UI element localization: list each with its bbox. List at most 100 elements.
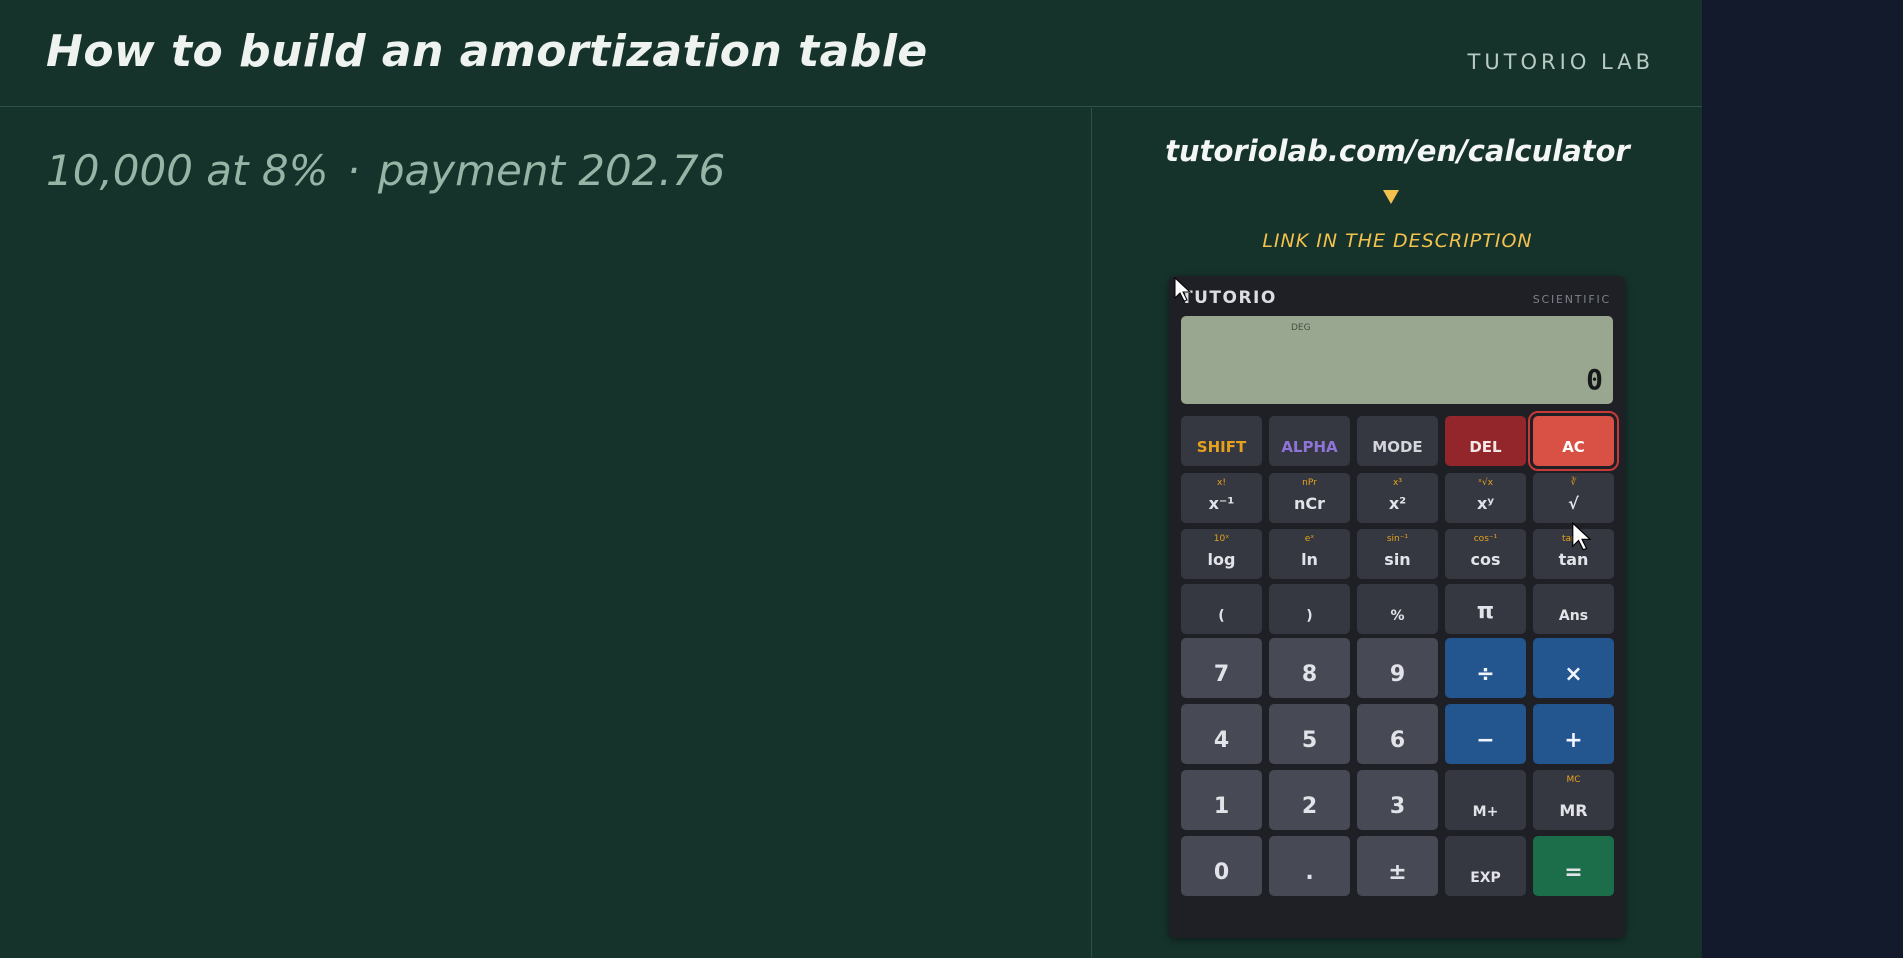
key-mode[interactable]: MODE — [1357, 416, 1438, 466]
key-label: 6 — [1389, 728, 1406, 753]
key-lparen[interactable]: ( — [1181, 584, 1262, 634]
key-plus[interactable]: + — [1533, 704, 1614, 764]
key-7[interactable]: 7 — [1181, 638, 1262, 698]
key-label: x² — [1388, 494, 1407, 513]
key-label: − — [1476, 728, 1495, 753]
key-label: log — [1207, 550, 1236, 569]
payment-value: payment 202.76 — [377, 146, 726, 195]
key-label: ln — [1301, 550, 1318, 569]
calculator-mode: SCIENTIFIC — [1532, 293, 1611, 306]
promo-url[interactable]: tutoriolab.com/en/calculator — [1093, 134, 1702, 168]
page-title: How to build an amortization table — [46, 26, 928, 77]
key-label: % — [1390, 608, 1405, 624]
arrow-down-icon — [1383, 190, 1399, 204]
key-cos[interactable]: cos⁻¹ cos — [1445, 529, 1526, 579]
key-label: ( — [1218, 608, 1225, 624]
key-label: DEL — [1469, 438, 1502, 456]
key-label: EXP — [1470, 870, 1501, 886]
key-ln[interactable]: eˣ ln — [1269, 529, 1350, 579]
key-square[interactable]: x³ x² — [1357, 473, 1438, 523]
key-label: 9 — [1389, 662, 1406, 687]
key-sqrt[interactable]: ∛ √ — [1533, 473, 1614, 523]
key-5[interactable]: 5 — [1269, 704, 1350, 764]
key-shift[interactable]: SHIFT — [1181, 416, 1262, 466]
key-0[interactable]: 0 — [1181, 836, 1262, 896]
key-inverse[interactable]: x! x⁻¹ — [1181, 473, 1262, 523]
key-ans[interactable]: Ans — [1533, 584, 1614, 634]
key-label: tan — [1558, 550, 1589, 569]
key-mr[interactable]: MC MR — [1533, 770, 1614, 830]
key-label: Ans — [1558, 608, 1589, 624]
key-label: + — [1564, 728, 1583, 753]
calculator: TUTORIO SCIENTIFIC DEG 0 SHIFT ALPHA MODE D… — [1169, 276, 1625, 938]
key-negate[interactable]: ± — [1357, 836, 1438, 896]
separator: · — [346, 146, 360, 195]
key-label: cos — [1470, 550, 1501, 569]
key-ac[interactable]: AC — [1528, 411, 1619, 471]
key-8[interactable]: 8 — [1269, 638, 1350, 698]
key-multiply[interactable]: × — [1533, 638, 1614, 698]
key-label: SHIFT — [1196, 438, 1247, 456]
key-label: sin — [1384, 550, 1411, 569]
key-divide[interactable]: ÷ — [1445, 638, 1526, 698]
key-pi[interactable]: π — [1445, 584, 1526, 634]
key-dot[interactable]: . — [1269, 836, 1350, 896]
key-secondary-label: MC — [1566, 775, 1581, 785]
header: How to build an amortization table TUTOR… — [0, 0, 1702, 107]
key-label: ÷ — [1476, 662, 1495, 687]
key-alpha[interactable]: ALPHA — [1269, 416, 1350, 466]
key-secondary-label: nPr — [1302, 478, 1317, 488]
key-label: 5 — [1301, 728, 1318, 753]
calculator-brand: TUTORIO — [1181, 288, 1277, 308]
key-6[interactable]: 6 — [1357, 704, 1438, 764]
key-log[interactable]: 10ˣ log — [1181, 529, 1262, 579]
key-secondary-label: cos⁻¹ — [1473, 534, 1498, 544]
key-minus[interactable]: − — [1445, 704, 1526, 764]
key-label: . — [1305, 860, 1314, 885]
key-secondary-label: eˣ — [1304, 534, 1315, 544]
key-label: 3 — [1389, 794, 1406, 819]
key-mplus[interactable]: M+ — [1445, 770, 1526, 830]
key-label: 8 — [1301, 662, 1318, 687]
key-label: ± — [1388, 860, 1407, 885]
key-rparen[interactable]: ) — [1269, 584, 1350, 634]
key-percent[interactable]: % — [1357, 584, 1438, 634]
key-label: ALPHA — [1281, 438, 1338, 456]
key-secondary-label: 10ˣ — [1213, 534, 1230, 544]
key-2[interactable]: 2 — [1269, 770, 1350, 830]
key-1[interactable]: 1 — [1181, 770, 1262, 830]
key-label: x⁻¹ — [1208, 494, 1235, 513]
key-exp[interactable]: EXP — [1445, 836, 1526, 896]
key-label: M+ — [1472, 804, 1499, 820]
key-label: nCr — [1293, 494, 1326, 513]
key-secondary-label: x! — [1217, 478, 1226, 488]
key-label: = — [1564, 860, 1583, 885]
key-label: × — [1564, 662, 1583, 687]
brand-logo: TUTORIO LAB — [1467, 50, 1654, 74]
calculator-display: DEG 0 — [1181, 316, 1613, 404]
key-label: 2 — [1301, 794, 1318, 819]
angle-mode-indicator: DEG — [1291, 323, 1311, 333]
lesson-parameters: 10,000 at 8% · payment 202.76 — [46, 146, 725, 195]
key-label: xʸ — [1477, 494, 1494, 513]
key-secondary-label: ∛ — [1570, 478, 1577, 488]
key-label: MODE — [1372, 438, 1423, 456]
key-label: π — [1476, 599, 1495, 624]
key-ncr[interactable]: nPr nCr — [1269, 473, 1350, 523]
key-label: 0 — [1213, 860, 1230, 885]
key-9[interactable]: 9 — [1357, 638, 1438, 698]
key-3[interactable]: 3 — [1357, 770, 1438, 830]
key-equals[interactable]: = — [1533, 836, 1614, 896]
key-label: MR — [1559, 801, 1588, 820]
key-del[interactable]: DEL — [1445, 416, 1526, 466]
key-sin[interactable]: sin⁻¹ sin — [1357, 529, 1438, 579]
amount-rate: 10,000 at 8% — [46, 146, 329, 195]
key-secondary-label: sin⁻¹ — [1386, 534, 1409, 544]
key-power[interactable]: ˣ√x xʸ — [1445, 473, 1526, 523]
key-4[interactable]: 4 — [1181, 704, 1262, 764]
key-secondary-label: x³ — [1393, 478, 1402, 488]
lesson-area: 10,000 at 8% · payment 202.76 — [0, 108, 1092, 958]
key-label: 4 — [1213, 728, 1230, 753]
key-label: 7 — [1213, 662, 1230, 687]
promo-link-text: LINK IN THE DESCRIPTION — [1262, 230, 1533, 252]
